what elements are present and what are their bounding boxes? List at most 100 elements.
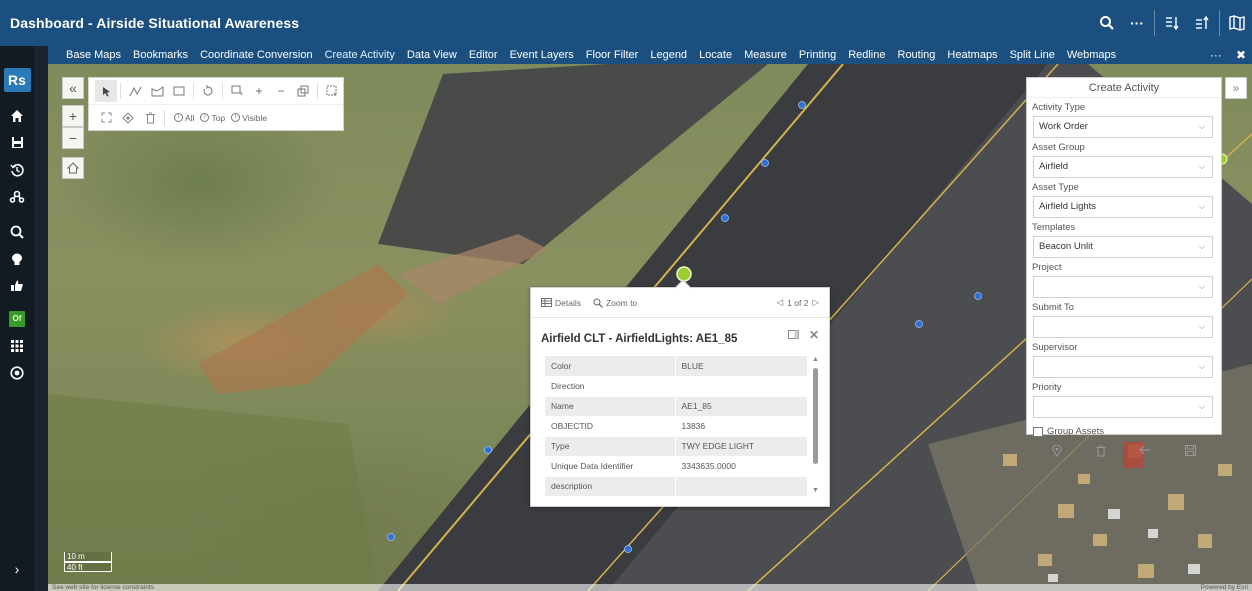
widget-more-icon[interactable]: ··· xyxy=(1210,48,1222,62)
checkbox-box[interactable] xyxy=(1033,426,1043,437)
selection-toolbar: + − i All i Top i Visible xyxy=(88,77,344,131)
scroll-thumb[interactable] xyxy=(813,368,818,464)
asset-type-value: Airfield Lights xyxy=(1039,201,1097,212)
attr-key: Color xyxy=(545,356,676,377)
expand-sidebar-icon[interactable]: › xyxy=(15,561,20,577)
left-sidebar: Rs Of › xyxy=(0,46,34,591)
zoom-out-button[interactable]: − xyxy=(62,127,84,149)
highlight-selection-icon[interactable] xyxy=(117,107,139,129)
widget-base-maps[interactable]: Base Maps xyxy=(60,46,127,64)
polygon-select-icon[interactable] xyxy=(146,80,168,102)
info-all-button[interactable]: i All xyxy=(174,113,194,123)
create-activity-panel: Create Activity Activity Type Work Order… xyxy=(1026,77,1222,457)
trash-icon[interactable] xyxy=(1096,445,1106,460)
scale-imperial: 40 ft xyxy=(64,562,112,572)
asset-group-select[interactable]: Airfield ⌵ xyxy=(1033,156,1213,178)
zoom-in-button[interactable]: + xyxy=(62,105,84,127)
activity-type-select[interactable]: Work Order ⌵ xyxy=(1033,116,1213,138)
chevron-down-icon: ⌵ xyxy=(1198,162,1205,171)
widget-printing[interactable]: Printing xyxy=(793,46,842,64)
info-visible-label: Visible xyxy=(242,112,268,123)
info-top-button[interactable]: i Top xyxy=(200,113,225,123)
new-selection-icon[interactable] xyxy=(226,80,248,102)
more-icon[interactable]: ··· xyxy=(1122,0,1152,46)
zoom-to-selection-icon[interactable] xyxy=(95,107,117,129)
intersect-selection-icon[interactable] xyxy=(292,80,314,102)
back-arrow-icon[interactable] xyxy=(1139,445,1151,460)
activity-type-value: Work Order xyxy=(1039,121,1088,132)
license-text[interactable]: See web site for license constraints xyxy=(52,584,154,591)
widget-locate[interactable]: Locate xyxy=(693,46,738,64)
select-by-layer-icon[interactable] xyxy=(321,80,343,102)
submit-to-select[interactable]: ⌵ xyxy=(1033,316,1213,338)
widget-event-layers[interactable]: Event Layers xyxy=(504,46,580,64)
lightbulb-icon[interactable] xyxy=(0,245,34,272)
widget-editor[interactable]: Editor xyxy=(463,46,504,64)
zoom-to-button[interactable]: Zoom to xyxy=(593,298,637,308)
dock-popup-icon[interactable] xyxy=(787,328,799,342)
history-icon[interactable] xyxy=(0,156,34,183)
popup-title-row: Airfield CLT - AirfieldLights: AE1_85 ✕ xyxy=(531,318,829,360)
supervisor-select[interactable]: ⌵ xyxy=(1033,356,1213,378)
add-to-selection-icon[interactable]: + xyxy=(248,80,270,102)
remove-from-selection-icon[interactable]: − xyxy=(270,80,292,102)
widget-routing[interactable]: Routing xyxy=(892,46,942,64)
settings-circle-icon[interactable] xyxy=(0,359,34,386)
widget-redline[interactable]: Redline xyxy=(842,46,891,64)
save-activity-icon[interactable] xyxy=(1185,445,1197,460)
widget-bookmarks[interactable]: Bookmarks xyxy=(127,46,194,64)
next-feature-icon[interactable]: ▷ xyxy=(812,297,819,308)
map-book-icon[interactable] xyxy=(1222,0,1252,46)
panel-actions xyxy=(1027,444,1221,460)
magnifier-icon xyxy=(593,298,603,308)
asset-type-select[interactable]: Airfield Lights ⌵ xyxy=(1033,196,1213,218)
users-icon[interactable] xyxy=(0,183,34,210)
widget-split-line[interactable]: Split Line xyxy=(1004,46,1061,64)
priority-select[interactable]: ⌵ xyxy=(1033,396,1213,418)
attr-value xyxy=(675,476,807,497)
project-select[interactable]: ⌵ xyxy=(1033,276,1213,298)
widget-coordinate-conversion[interactable]: Coordinate Conversion xyxy=(194,46,319,64)
widget-heatmaps[interactable]: Heatmaps xyxy=(941,46,1003,64)
widget-floor-filter[interactable]: Floor Filter xyxy=(580,46,645,64)
close-popup-icon[interactable]: ✕ xyxy=(809,328,819,342)
delete-selection-icon[interactable] xyxy=(139,107,161,129)
pointer-select-icon[interactable] xyxy=(95,80,117,102)
scale-bar: 10 m 40 ft xyxy=(64,552,112,572)
collapse-panel-icon[interactable]: » xyxy=(1225,77,1247,99)
widget-measure[interactable]: Measure xyxy=(738,46,793,64)
templates-select[interactable]: Beacon Unlit ⌵ xyxy=(1033,236,1213,258)
polyline-select-icon[interactable] xyxy=(124,80,146,102)
group-assets-label: Group Assets xyxy=(1047,426,1105,437)
home-icon[interactable] xyxy=(0,102,34,129)
scroll-down-icon[interactable]: ▼ xyxy=(812,487,819,494)
clear-selection-icon[interactable] xyxy=(197,80,219,102)
popup-scrollbar[interactable]: ▲ ▼ xyxy=(812,356,819,494)
green-app-icon[interactable]: Of xyxy=(0,305,34,332)
priority-label: Priority xyxy=(1032,382,1062,393)
group-assets-checkbox[interactable]: Group Assets xyxy=(1033,426,1221,437)
sort-descending-icon[interactable] xyxy=(1157,0,1187,46)
zoom-search-icon[interactable] xyxy=(0,218,34,245)
collapse-toolbar-icon[interactable]: « xyxy=(62,77,84,99)
save-icon[interactable] xyxy=(0,129,34,156)
widget-legend[interactable]: Legend xyxy=(644,46,693,64)
info-visible-button[interactable]: i Visible xyxy=(231,113,267,123)
green-app-label: Of xyxy=(9,310,25,327)
widget-create-activity[interactable]: Create Activity xyxy=(319,46,401,64)
prev-feature-icon[interactable]: ◁ xyxy=(777,297,784,308)
thumbs-up-icon[interactable] xyxy=(0,272,34,299)
widget-data-view[interactable]: Data View xyxy=(401,46,463,64)
search-icon[interactable] xyxy=(1092,0,1122,46)
attr-key: Type xyxy=(545,436,676,457)
widget-webmaps[interactable]: Webmaps xyxy=(1061,46,1122,64)
scroll-up-icon[interactable]: ▲ xyxy=(812,356,819,363)
location-pin-icon[interactable] xyxy=(1052,444,1062,460)
widget-close-icon[interactable]: ✖ xyxy=(1236,48,1246,62)
rectangle-select-icon[interactable] xyxy=(168,80,190,102)
details-button[interactable]: Details xyxy=(541,298,581,308)
sort-ascending-icon[interactable] xyxy=(1187,0,1217,46)
home-extent-button[interactable] xyxy=(62,157,84,179)
powered-by-text[interactable]: Powered by Esri xyxy=(1201,584,1248,591)
apps-grid-icon[interactable] xyxy=(0,332,34,359)
